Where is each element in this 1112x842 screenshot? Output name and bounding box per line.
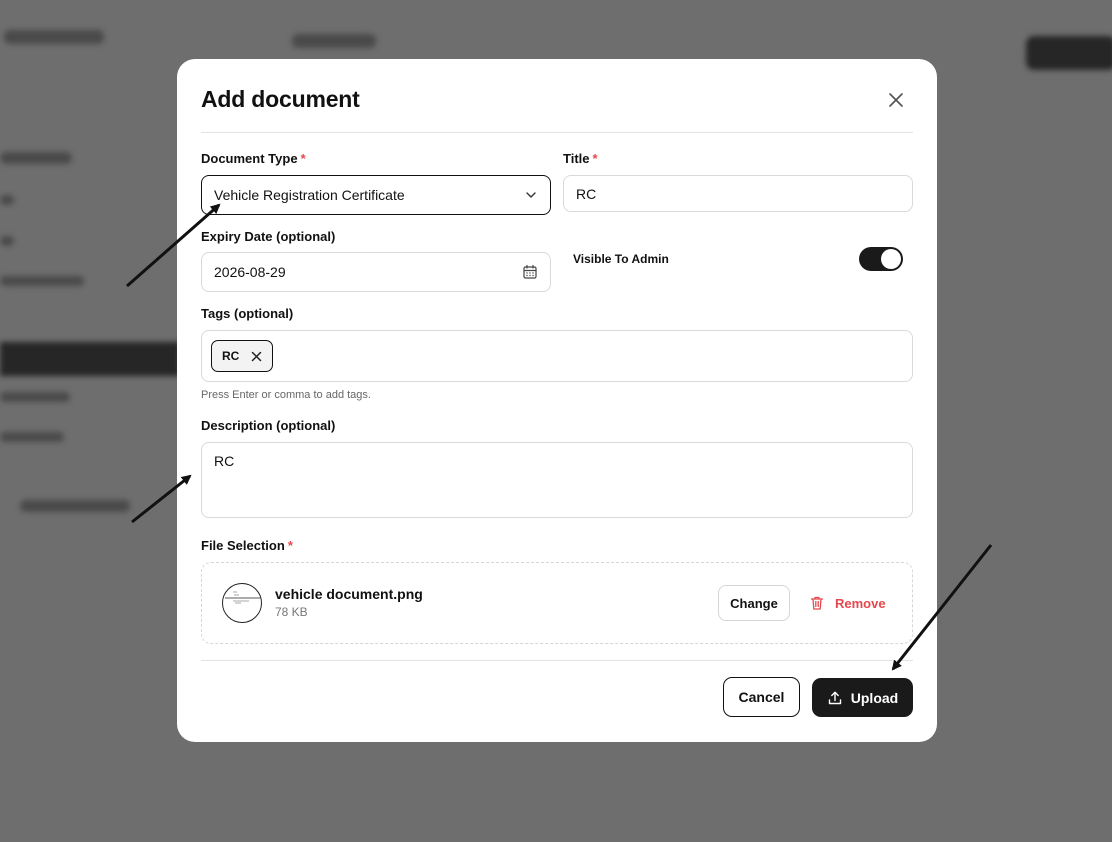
file-size: 78 KB [275,605,308,619]
description-value: RC [214,453,235,469]
tags-hint: Press Enter or comma to add tags. [201,389,371,401]
chevron-down-icon [526,192,536,198]
document-thumbnail-icon [225,591,261,604]
header-divider [201,132,913,133]
background-sidebar-active-item [0,342,180,376]
background-header-button [1026,36,1112,70]
remove-label: Remove [835,595,886,611]
description-label: Description (optional) [201,418,336,433]
background-sidebar-item [0,236,14,246]
background-header-text [292,34,376,48]
cancel-button[interactable]: Cancel [723,677,800,717]
dialog-title: Add document [201,86,360,112]
document-type-label: Document Type * [201,151,306,166]
expiry-date-label: Expiry Date (optional) [201,229,336,244]
background-sidebar-item [0,432,64,442]
close-icon[interactable] [251,351,262,362]
add-document-dialog: Add document Document Type * Vehicle Regi… [177,59,937,742]
tags-input[interactable]: RC [201,330,913,382]
file-name: vehicle document.png [275,586,423,602]
footer-divider [201,660,913,661]
change-file-button[interactable]: Change [718,585,790,621]
visible-to-admin-toggle[interactable] [859,247,903,271]
file-selection-box: vehicle document.png 78 KB Change Remove [201,562,913,644]
file-thumbnail [222,583,262,623]
calendar-icon[interactable] [522,264,538,280]
visible-to-admin-label: Visible To Admin [573,252,669,266]
upload-label: Upload [850,689,899,706]
document-type-select[interactable]: Vehicle Registration Certificate [201,175,551,215]
title-input-value: RC [576,185,597,202]
background-sidebar-heading [0,152,72,164]
trash-icon [810,596,824,610]
upload-icon [828,691,841,704]
upload-button[interactable]: Upload [812,678,913,717]
background-sidebar-item [0,276,84,286]
background-sidebar-item [0,195,14,205]
background-sidebar-item [0,392,70,402]
expiry-date-input[interactable]: 2026-08-29 [201,252,551,292]
description-textarea[interactable]: RC [201,442,913,518]
file-selection-label: File Selection * [201,538,293,553]
remove-file-button[interactable]: Remove [809,585,886,621]
toggle-knob [881,249,901,269]
title-input[interactable]: RC [563,175,913,212]
expiry-date-value: 2026-08-29 [214,264,286,280]
tag-chip: RC [211,340,274,372]
title-label: Title * [563,151,598,166]
close-icon[interactable] [887,91,905,109]
document-type-value: Vehicle Registration Certificate [214,187,405,203]
background-logo [4,30,104,44]
tags-label: Tags (optional) [201,306,294,321]
background-sidebar-item [20,500,130,512]
tag-chip-label: RC [222,349,240,363]
